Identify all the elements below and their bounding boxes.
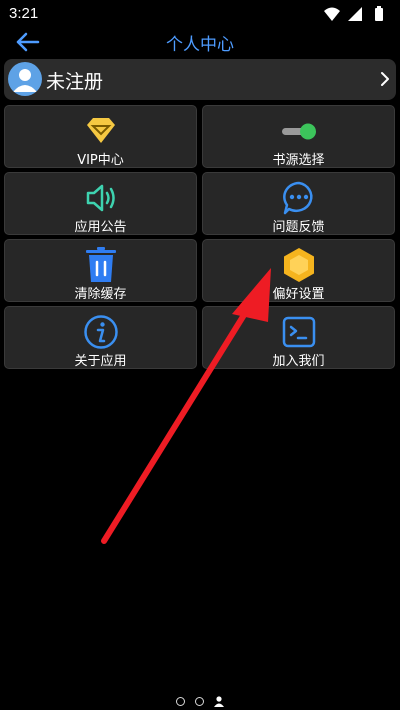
diamond-icon: [86, 118, 115, 143]
tile-clear-cache[interactable]: 清除缓存: [4, 239, 197, 302]
info-icon: [83, 315, 118, 349]
tile-label: 应用公告: [74, 220, 127, 235]
tile-label: 关于应用: [74, 354, 127, 369]
battery-icon: [375, 6, 383, 21]
tile-about-app[interactable]: 关于应用: [4, 306, 197, 369]
status-bar: 3:21: [0, 0, 400, 28]
tile-label: 清除缓存: [74, 287, 127, 302]
tile-preferences[interactable]: 偏好设置: [202, 239, 395, 302]
app-bar: 个人中心: [0, 28, 400, 56]
user-avatar-icon: [13, 69, 37, 92]
status-time: 3:21: [9, 5, 39, 22]
terminal-icon: [282, 316, 315, 348]
status-icons: [322, 5, 392, 23]
page-dot[interactable]: [195, 697, 204, 706]
speaker-icon: [86, 184, 115, 212]
page-title: 个人中心: [166, 35, 234, 55]
wifi-icon: [324, 7, 340, 21]
user-name: 未注册: [46, 71, 104, 93]
page-indicator: [0, 696, 400, 708]
trash-icon: [85, 247, 116, 282]
user-card[interactable]: 未注册: [4, 59, 396, 100]
tile-feedback[interactable]: 问题反馈: [202, 172, 395, 235]
chevron-right-icon: [381, 72, 389, 86]
chat-bubble-icon: [282, 181, 313, 215]
tile-label: 加入我们: [272, 354, 325, 369]
tile-announcement[interactable]: 应用公告: [4, 172, 197, 235]
toggle-icon: [281, 123, 316, 140]
tile-label: 书源选择: [272, 153, 325, 168]
tile-label: 偏好设置: [272, 287, 325, 302]
tile-label: 问题反馈: [272, 220, 325, 235]
avatar: [8, 62, 42, 96]
tile-vip-center[interactable]: VIP中心: [4, 105, 197, 168]
person-icon[interactable]: [214, 696, 224, 707]
hexagon-icon: [283, 248, 314, 282]
signal-icon: [348, 7, 362, 21]
tile-book-source[interactable]: 书源选择: [202, 105, 395, 168]
tile-label: VIP中心: [77, 153, 124, 168]
tile-join-us[interactable]: 加入我们: [202, 306, 395, 369]
page-dot[interactable]: [176, 697, 185, 706]
